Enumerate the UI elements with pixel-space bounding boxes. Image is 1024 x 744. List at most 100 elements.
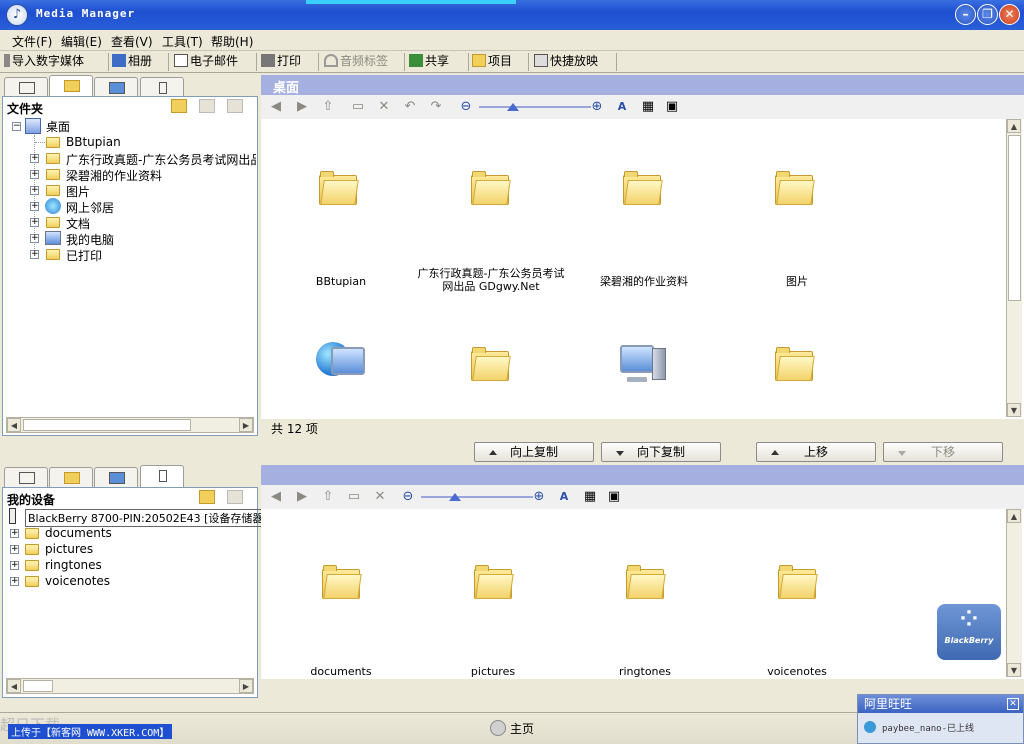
copy-down-button[interactable]: 向下复制: [601, 442, 721, 462]
album-button[interactable]: 相册: [112, 53, 152, 71]
tree-item[interactable]: pictures: [45, 542, 93, 556]
share-button[interactable]: 共享: [409, 53, 449, 71]
expand-toggle[interactable]: +: [30, 250, 39, 259]
new-folder-icon[interactable]: [199, 490, 215, 504]
scroll-down-arrow[interactable]: ▼: [1007, 403, 1021, 417]
tab-folders[interactable]: [49, 75, 93, 97]
folder-icon[interactable]: [775, 171, 815, 205]
expand-toggle[interactable]: +: [30, 186, 39, 195]
new-folder-icon[interactable]: [171, 99, 187, 113]
forward-icon[interactable]: ▶: [295, 490, 309, 504]
up-folder-icon[interactable]: ⇧: [321, 100, 335, 114]
delete-icon[interactable]: ✕: [377, 100, 391, 114]
zoom-in-icon[interactable]: ⊕: [590, 100, 604, 114]
minimize-button[interactable]: –: [955, 4, 976, 25]
zoom-out-icon[interactable]: ⊖: [401, 490, 415, 504]
home-button[interactable]: 主页: [490, 720, 534, 737]
move-down-button[interactable]: 下移: [883, 442, 1003, 462]
tab-folders[interactable]: [49, 467, 93, 487]
sort-icon[interactable]: A: [557, 490, 571, 504]
collapse-toggle[interactable]: −: [12, 122, 21, 131]
scroll-thumb[interactable]: [23, 419, 191, 431]
menu-tools[interactable]: 工具(T): [162, 33, 203, 50]
tab-device[interactable]: [140, 465, 184, 487]
view-grid-icon[interactable]: ▦: [641, 100, 655, 114]
close-icon[interactable]: ✕: [1007, 698, 1019, 710]
content-item-label[interactable]: 广东行政真题-广东公务员考试网出品 GDgwy.Net: [416, 267, 566, 293]
tab-monitor[interactable]: [4, 467, 48, 487]
forward-icon[interactable]: ▶: [295, 100, 309, 114]
zoom-out-icon[interactable]: ⊖: [459, 100, 473, 114]
scroll-right-arrow[interactable]: ▶: [239, 418, 253, 432]
tree-item[interactable]: 我的电脑: [66, 231, 114, 248]
expand-toggle[interactable]: +: [30, 170, 39, 179]
zoom-slider-thumb[interactable]: [507, 103, 519, 111]
expand-toggle[interactable]: +: [10, 561, 19, 570]
expand-toggle[interactable]: +: [10, 577, 19, 586]
content-item-label[interactable]: voicenotes: [722, 665, 872, 678]
zoom-in-icon[interactable]: ⊕: [532, 490, 546, 504]
scroll-down-arrow[interactable]: ▼: [1007, 663, 1021, 677]
folder-icon[interactable]: [471, 171, 511, 205]
back-icon[interactable]: ◀: [269, 100, 283, 114]
content-item-label[interactable]: documents: [266, 665, 416, 678]
tree-item[interactable]: ringtones: [45, 558, 102, 572]
horizontal-scrollbar[interactable]: ◀ ▶: [6, 678, 254, 694]
expand-toggle[interactable]: +: [30, 154, 39, 163]
folder-icon[interactable]: [778, 565, 818, 599]
scroll-up-arrow[interactable]: ▲: [1007, 509, 1021, 523]
view-monitor-icon[interactable]: ▭: [347, 490, 361, 504]
move-up-button[interactable]: 上移: [756, 442, 876, 462]
scroll-left-arrow[interactable]: ◀: [7, 418, 21, 432]
print-button[interactable]: 打印: [261, 53, 301, 71]
vertical-scrollbar[interactable]: ▲ ▼: [1006, 509, 1022, 677]
up-folder-icon[interactable]: ⇧: [321, 490, 335, 504]
rotate-left-icon[interactable]: ↶: [403, 100, 417, 114]
content-item-label[interactable]: 图片: [722, 275, 872, 288]
content-item-label[interactable]: 梁碧湘的作业资料: [569, 275, 719, 288]
horizontal-scrollbar[interactable]: ◀ ▶: [6, 417, 254, 433]
vertical-scrollbar[interactable]: ▲ ▼: [1006, 119, 1022, 417]
notification-popup[interactable]: 阿里旺旺 ✕ paybee_nano-已上线: [857, 694, 1024, 744]
device-name[interactable]: BlackBerry 8700-PIN:20502E43 [设备存储器]: [25, 509, 271, 527]
rotate-right-icon[interactable]: ↷: [429, 100, 443, 114]
delete-folder-icon[interactable]: [227, 99, 243, 113]
expand-toggle[interactable]: +: [10, 545, 19, 554]
tree-item[interactable]: 广东行政真题-广东公务员考试网出品: [66, 151, 256, 168]
content-item-label[interactable]: BBtupian: [266, 275, 416, 288]
zoom-slider[interactable]: [421, 496, 533, 498]
tab-computer[interactable]: [94, 467, 138, 487]
view-detail-icon[interactable]: ▣: [665, 100, 679, 114]
menu-edit[interactable]: 编辑(E): [61, 33, 102, 50]
scroll-up-arrow[interactable]: ▲: [1007, 119, 1021, 133]
tree-item[interactable]: 文档: [66, 215, 90, 232]
expand-toggle[interactable]: +: [10, 529, 19, 538]
folder-icon[interactable]: [775, 347, 815, 381]
tree-root-desktop[interactable]: 桌面: [46, 118, 71, 135]
tree-item[interactable]: 网上邻居: [66, 199, 114, 216]
folder-icon[interactable]: [471, 347, 511, 381]
tree-item[interactable]: BBtupian: [66, 135, 121, 149]
zoom-slider[interactable]: [479, 106, 591, 108]
folder-icon[interactable]: [319, 171, 359, 205]
sort-icon[interactable]: A: [615, 100, 629, 114]
my-computer-icon[interactable]: [620, 345, 654, 373]
slideshow-button[interactable]: 快捷放映: [534, 53, 598, 71]
tree-item[interactable]: voicenotes: [45, 574, 110, 588]
expand-toggle[interactable]: +: [30, 218, 39, 227]
content-item-label[interactable]: pictures: [418, 665, 568, 678]
audio-tag-button[interactable]: 音频标签: [324, 53, 388, 71]
delete-icon[interactable]: ✕: [373, 490, 387, 504]
import-media-button[interactable]: 导入数字媒体: [4, 53, 84, 71]
expand-toggle[interactable]: +: [30, 202, 39, 211]
delete-folder-icon[interactable]: [227, 490, 243, 504]
tree-item[interactable]: 图片: [66, 183, 90, 200]
scroll-right-arrow[interactable]: ▶: [239, 679, 253, 693]
scroll-thumb[interactable]: [23, 680, 53, 692]
content-item-label[interactable]: ringtones: [570, 665, 720, 678]
rename-folder-icon[interactable]: [199, 99, 215, 113]
zoom-slider-thumb[interactable]: [449, 493, 461, 501]
folder-icon[interactable]: [474, 565, 514, 599]
tree-item[interactable]: documents: [45, 526, 112, 540]
tab-device[interactable]: [140, 77, 184, 97]
